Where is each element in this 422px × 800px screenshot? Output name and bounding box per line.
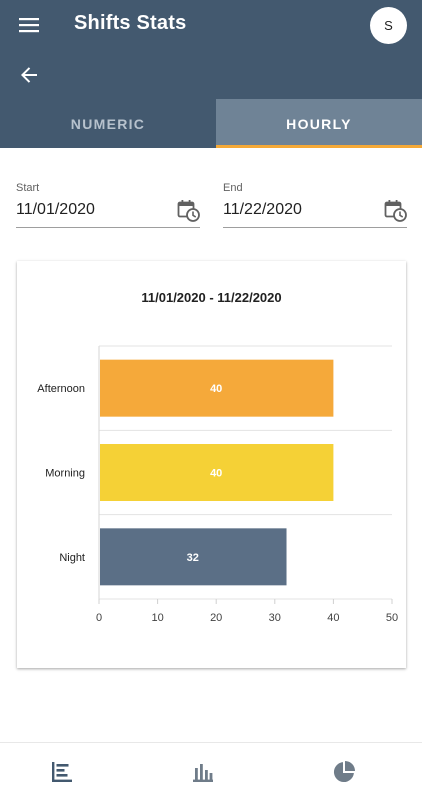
calendar-clock-icon[interactable]	[176, 198, 200, 222]
chart-x-tick-label: 30	[269, 612, 281, 624]
vertical-bar-chart-icon	[193, 764, 213, 782]
end-date-label: End	[223, 182, 243, 194]
end-date-field[interactable]: End 11/22/2020	[223, 180, 407, 228]
chart-x-tick-label: 0	[96, 612, 102, 624]
chart-category-label: Afternoon	[37, 383, 85, 395]
horizontal-bar-chart-icon	[52, 762, 72, 782]
hourly-bar-chart: 0 10 20 30 40 50 Afternoon 40 Morning 40 Night 32	[37, 345, 398, 624]
chart-category-label: Night	[59, 552, 85, 564]
pie-chart-icon	[333, 761, 355, 783]
user-avatar[interactable]: S	[370, 7, 407, 44]
chart-x-tick-label: 40	[327, 612, 339, 624]
calendar-clock-icon[interactable]	[383, 198, 407, 222]
chart-data-label: 40	[210, 468, 222, 480]
chart-category-label: Morning	[45, 468, 85, 480]
chart-x-tick-label: 10	[151, 612, 163, 624]
tab-hourly[interactable]: HOURLY	[216, 99, 422, 148]
nav-pie-chart[interactable]	[331, 759, 357, 785]
menu-button[interactable]	[14, 10, 44, 40]
back-button[interactable]	[16, 62, 42, 88]
app-header: Shifts Stats S NUMERIC HOURLY	[0, 0, 422, 148]
bottom-navigation	[0, 742, 422, 800]
arrow-back-icon	[21, 67, 37, 83]
menu-icon	[19, 18, 39, 33]
chart-data-label: 32	[187, 552, 199, 564]
start-date-value[interactable]: 11/01/2020	[16, 201, 95, 219]
tab-bar: NUMERIC HOURLY	[0, 99, 422, 148]
chart-x-tick-label: 50	[386, 612, 398, 624]
app-title: Shifts Stats	[74, 12, 187, 34]
app-screen: Shifts Stats S NUMERIC HOURLY Start 11/0…	[0, 0, 422, 800]
nav-horizontal-bar-chart[interactable]	[49, 759, 75, 785]
end-date-value[interactable]: 11/22/2020	[223, 201, 302, 219]
chart-card: 11/01/2020 - 11/22/2020 0 10 20 30 40 50 After…	[17, 261, 406, 668]
chart-x-tick-label: 20	[210, 612, 222, 624]
nav-vertical-bar-chart[interactable]	[190, 759, 216, 785]
start-date-label: Start	[16, 182, 40, 194]
tab-numeric[interactable]: NUMERIC	[0, 99, 216, 148]
start-date-field[interactable]: Start 11/01/2020	[16, 180, 200, 228]
chart-data-label: 40	[210, 383, 222, 395]
